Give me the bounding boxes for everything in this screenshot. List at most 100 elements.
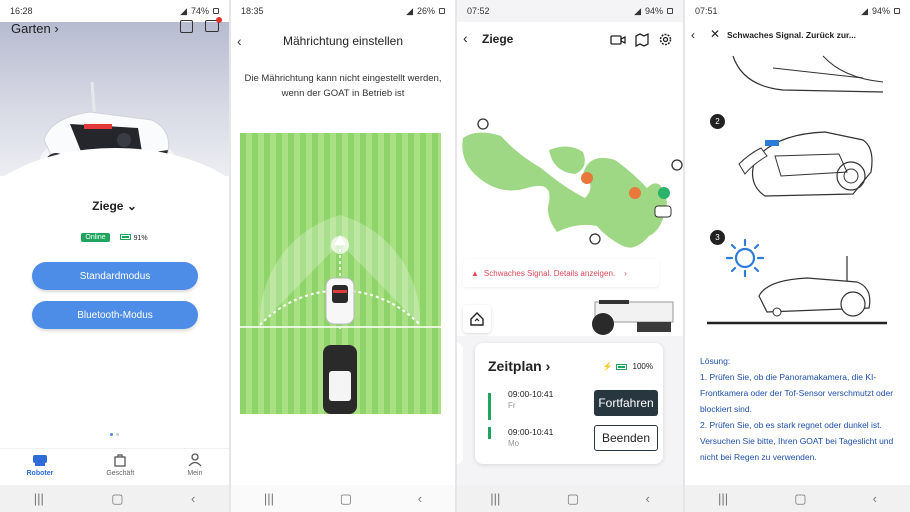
step-number: 2 — [710, 114, 725, 129]
battery-icon — [667, 8, 673, 14]
page-indicator — [0, 433, 229, 436]
mower-camera-illustration — [738, 131, 873, 197]
lawn-field — [240, 133, 441, 414]
battery-status: 91% — [119, 233, 148, 242]
recent-apps-icon[interactable]: ||| — [718, 491, 728, 506]
close-icon[interactable]: ✕ — [710, 27, 720, 41]
map-icon[interactable] — [635, 32, 649, 47]
system-nav-bar: ||| ▢ ‹ — [685, 485, 910, 512]
system-nav-bar: ||| ▢ ‹ — [0, 485, 229, 512]
continue-button[interactable]: Fortfahren — [594, 390, 658, 416]
tab-geschaeft[interactable]: Geschäft — [106, 453, 134, 477]
solution-heading: Lösung: — [700, 356, 731, 366]
robot-icon — [32, 455, 47, 466]
device-name: Ziege — [482, 32, 514, 46]
message-icon[interactable] — [205, 17, 222, 32]
bluetooth-mode-button[interactable]: Bluetooth-Modus — [32, 301, 198, 329]
chevron-right-icon: › — [545, 358, 551, 374]
recent-apps-icon[interactable]: ||| — [490, 491, 500, 506]
home-icon[interactable]: ▢ — [567, 491, 579, 507]
schedule-item: 09:00-10:41 Fr — [488, 389, 578, 420]
mower-illustration-top — [732, 55, 884, 93]
troubleshooting-screen: 07:51 ◢ 94% ‹ ✕ Schwaches Signal. Zurück … — [685, 0, 910, 512]
status-time: 16:28 — [10, 6, 33, 16]
back-icon[interactable]: ‹ — [873, 491, 877, 506]
home-icon[interactable]: ▢ — [111, 491, 123, 507]
tab-label: Geschäft — [106, 470, 135, 477]
chevron-right-icon: › — [54, 21, 59, 36]
signal-icon: ◢ — [180, 5, 187, 16]
home-icon[interactable]: ▢ — [340, 491, 352, 507]
robot-mower-image — [592, 300, 674, 335]
recent-apps-icon[interactable]: ||| — [34, 491, 44, 506]
stop-button[interactable]: Beenden — [594, 425, 658, 451]
solution-item: 1. Prüfen Sie, ob die Panoramakamera, di… — [700, 372, 894, 414]
chevron-right-icon: › — [624, 268, 627, 278]
schedule-bar — [488, 393, 491, 420]
back-icon[interactable]: ‹ — [418, 491, 422, 506]
gear-icon[interactable] — [658, 32, 673, 47]
page-title: Mährichtung einstellen — [282, 34, 404, 48]
status-time: 07:51 — [695, 6, 718, 16]
lawn-map — [462, 118, 683, 248]
status-battery: 94% — [871, 6, 890, 16]
battery-percent: 91% — [133, 234, 148, 242]
page-dot — [116, 433, 119, 436]
signal-icon: ◢ — [861, 5, 868, 16]
person-icon — [188, 453, 202, 467]
status-battery: 74% — [190, 6, 209, 16]
schedule-time: 09:00-10:41 — [508, 427, 554, 437]
schedule-title[interactable]: Zeitplan › — [488, 358, 550, 374]
tab-mein[interactable]: Mein — [187, 453, 203, 477]
info-message: Die Mährichtung kann nicht eingestellt w… — [244, 73, 442, 99]
device-name: Ziege — [92, 199, 124, 213]
system-nav-bar: ||| ▢ ‹ — [231, 485, 455, 512]
back-icon[interactable]: ‹ — [463, 30, 468, 46]
battery-percent: 100% — [632, 362, 653, 371]
device-selector[interactable]: Ziege ⌄ — [0, 199, 229, 213]
scan-icon[interactable] — [180, 20, 193, 33]
status-bar: 16:28 ◢ 74% — [0, 0, 229, 22]
step-number: 3 — [710, 230, 725, 245]
status-time: 18:35 — [241, 6, 264, 16]
charging-icon: ⚡ — [602, 362, 613, 371]
home-icon[interactable]: ▢ — [794, 491, 806, 507]
battery-icon — [119, 233, 131, 240]
solution-item: 2. Prüfen Sie, ob es stark regnet oder d… — [700, 420, 894, 462]
battery-icon — [894, 8, 900, 14]
map-view[interactable] — [457, 56, 683, 336]
back-icon[interactable]: ‹ — [691, 28, 695, 42]
home-dock-icon — [470, 312, 484, 326]
status-bar: 07:51 ◢ 94% — [685, 0, 910, 22]
previous-card[interactable] — [457, 343, 463, 464]
signal-icon: ◢ — [406, 5, 413, 16]
status-battery: 26% — [416, 6, 435, 16]
online-badge: Online — [81, 233, 110, 242]
schedule-bar — [488, 427, 491, 439]
standard-mode-button[interactable]: Standardmodus — [32, 262, 198, 290]
mowing-direction-screen: 18:35 ◢ 26% ‹ Mährichtung einstellen Die … — [231, 0, 455, 512]
battery-icon — [615, 363, 627, 370]
schedule-card: Zeitplan › ⚡ 100% 09:00-10:41 Fr 09:00-10… — [475, 343, 663, 464]
video-camera-icon[interactable] — [610, 34, 626, 46]
location-selector[interactable]: Garten › — [11, 21, 59, 36]
chevron-down-icon: ⌄ — [126, 199, 137, 213]
tab-roboter[interactable]: Roboter — [26, 453, 53, 477]
schedule-battery: ⚡ 100% — [603, 362, 653, 371]
status-bar: 18:35 ◢ 26% — [231, 0, 455, 22]
mower-side-illustration — [707, 256, 887, 325]
schedule-title-text: Zeitplan — [488, 358, 542, 374]
weak-signal-alert[interactable]: ▲ Schwaches Signal. Details anzeigen. › — [463, 259, 659, 287]
back-icon[interactable]: ‹ — [191, 491, 195, 506]
recent-apps-icon[interactable]: ||| — [264, 491, 274, 506]
return-home-button[interactable] — [463, 305, 491, 333]
schedule-time: 09:00-10:41 — [508, 389, 554, 399]
signal-message: Schwaches Signal. Details anzeigen. — [483, 268, 616, 278]
notification-dot — [216, 17, 222, 23]
tab-label: Mein — [187, 470, 203, 477]
warning-icon: ▲ — [471, 268, 479, 278]
status-time: 07:52 — [467, 6, 490, 16]
system-nav-bar: ||| ▢ ‹ — [457, 485, 683, 512]
schedule-day: Fr — [508, 401, 516, 410]
back-icon[interactable]: ‹ — [645, 491, 649, 506]
